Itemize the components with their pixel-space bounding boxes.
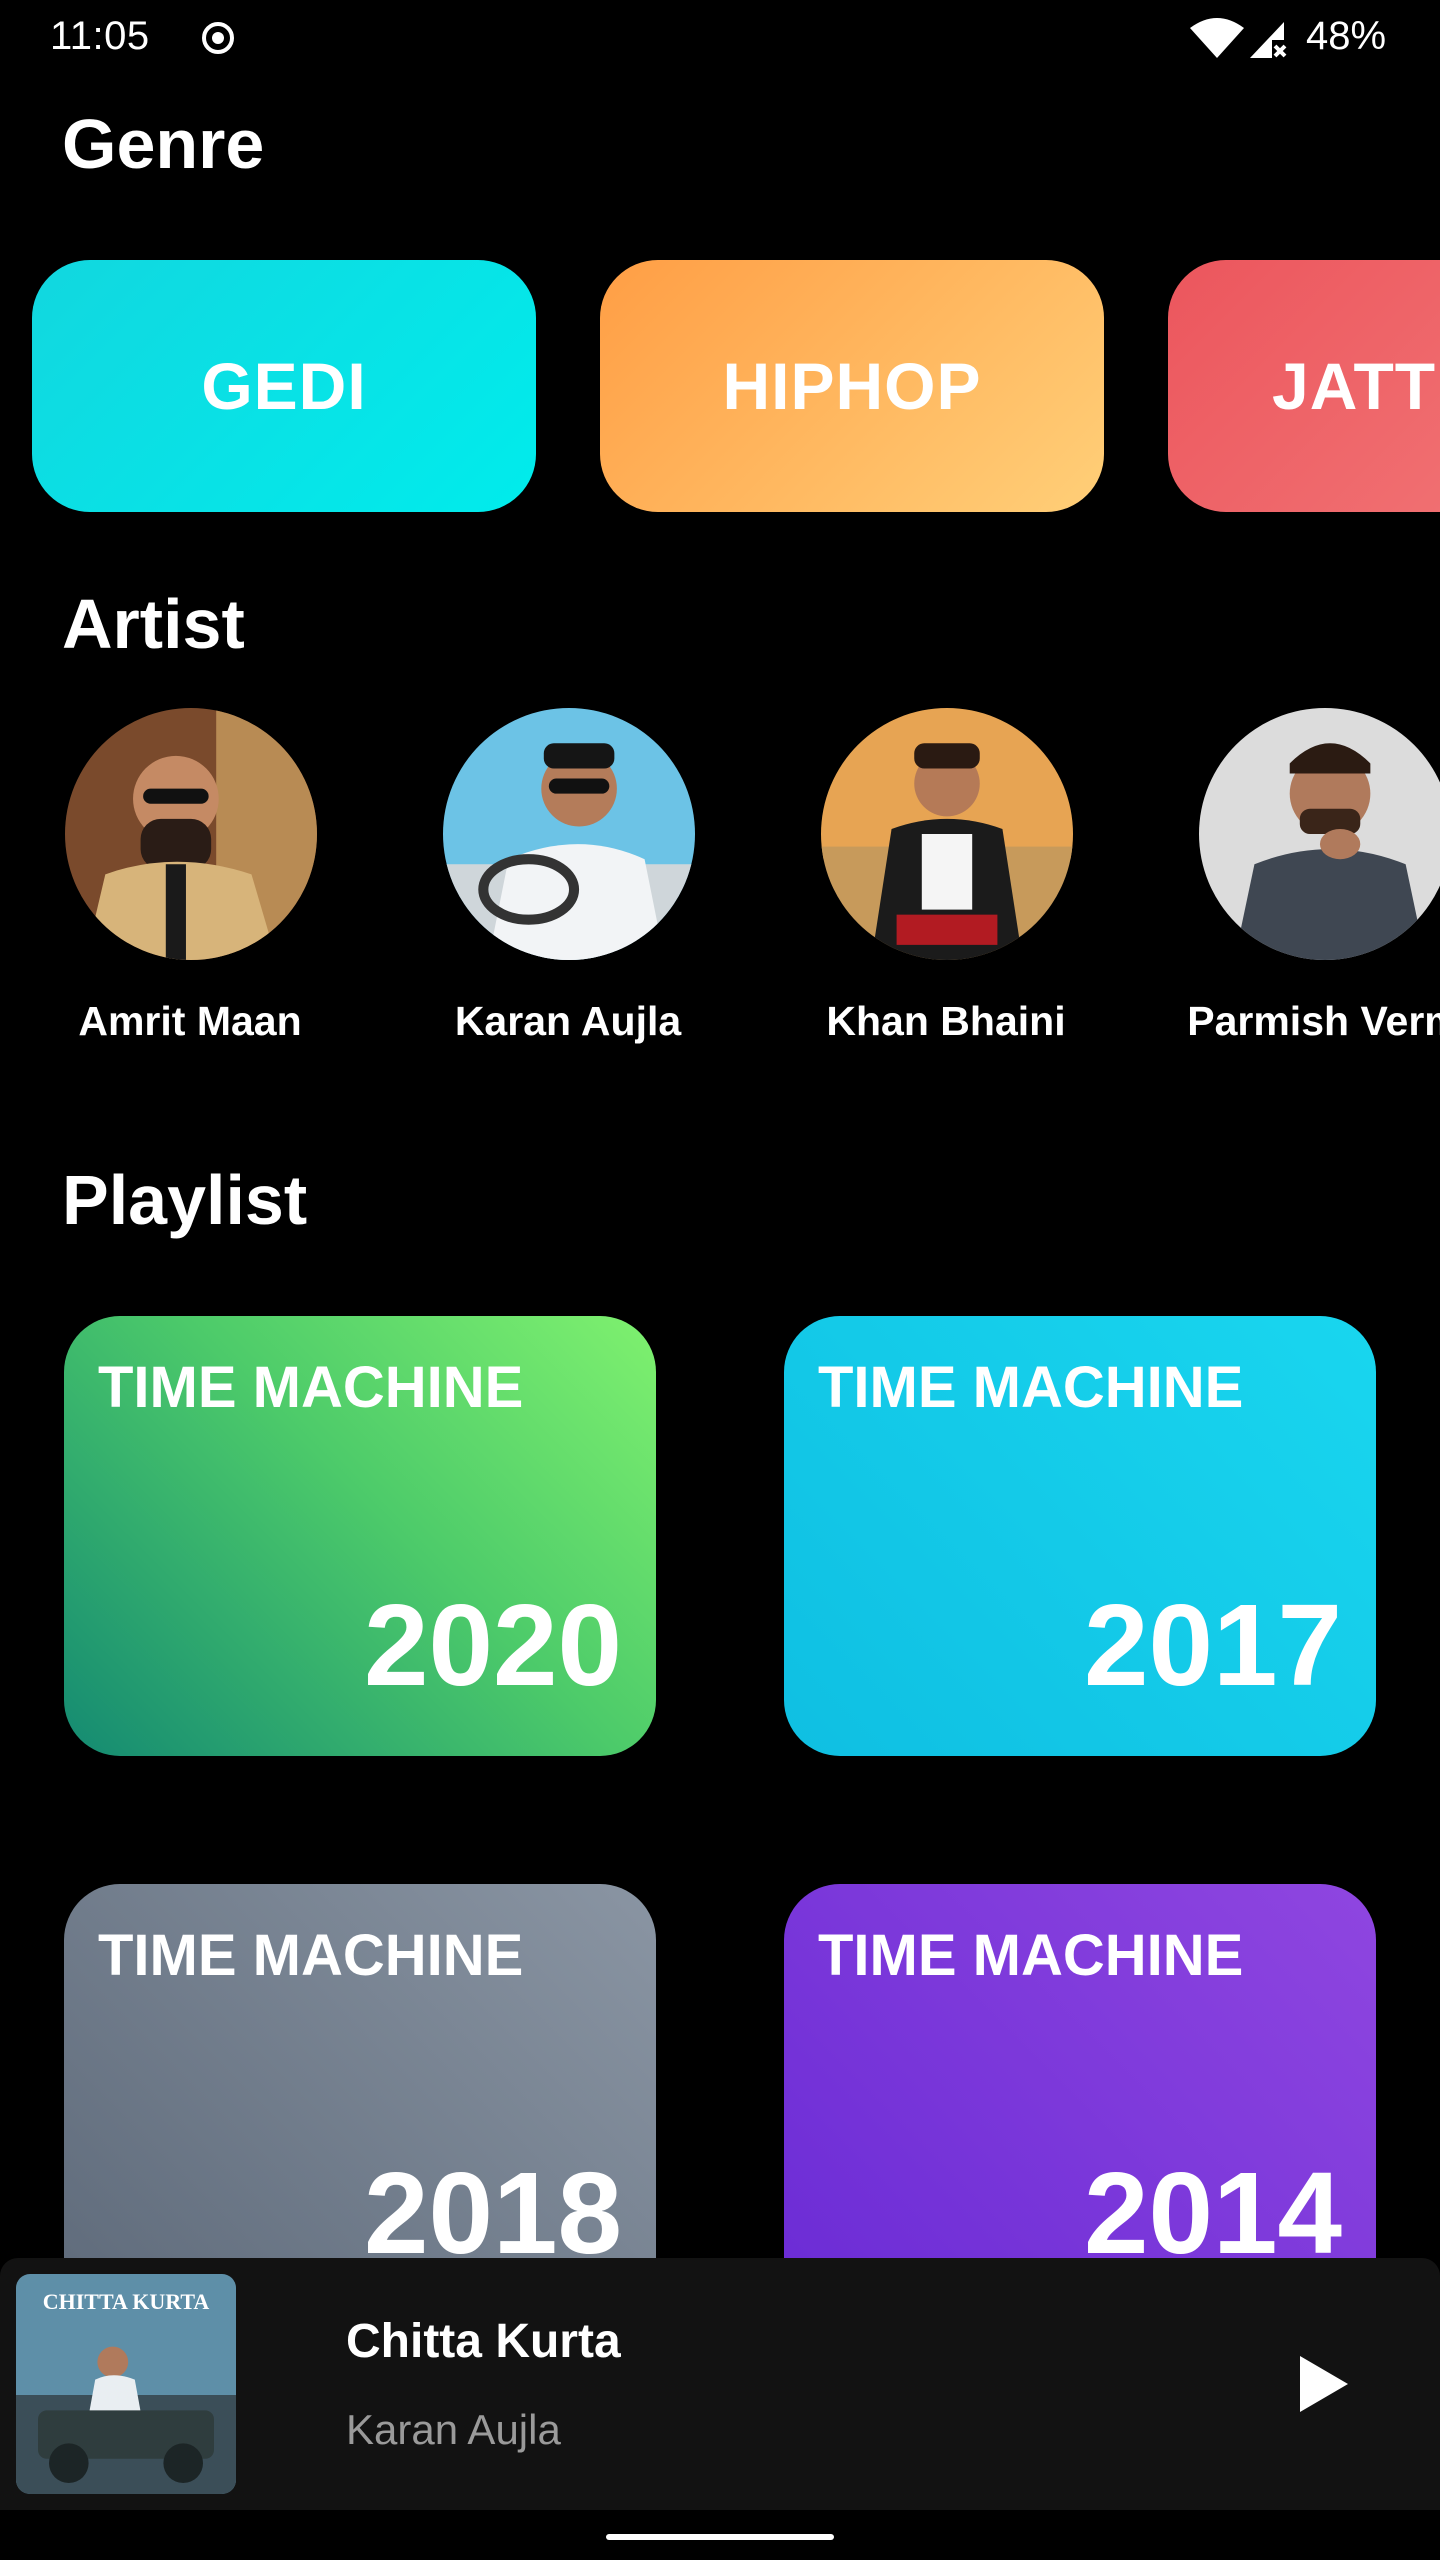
playlist-label: TIME MACHINE	[818, 1355, 1244, 1420]
album-art-title: CHITTA KURTA	[43, 2289, 210, 2314]
avatar	[821, 708, 1073, 960]
playlist-card-2020[interactable]: TIME MACHINE 2020	[64, 1316, 656, 1756]
playlist-year: 2020	[363, 1580, 622, 1710]
avatar	[443, 708, 695, 960]
genre-heading: Genre	[62, 105, 265, 183]
now-playing-title: Chitta Kurta	[346, 2315, 621, 2368]
genre-chip-gedi[interactable]: GEDI	[32, 260, 536, 512]
album-art[interactable]: CHITTA KURTA	[16, 2274, 236, 2494]
playlist-label: TIME MACHINE	[818, 1923, 1244, 1988]
record-icon	[202, 22, 234, 54]
genre-chip-jatt[interactable]: JATT	[1168, 260, 1440, 512]
mini-player[interactable]: CHITTA KURTA Chitta Kurta Karan Aujla	[0, 2258, 1440, 2510]
playlist-label: TIME MACHINE	[98, 1355, 524, 1420]
status-bar: 11:05 48%	[0, 0, 1440, 78]
artist-name: Karan Aujla	[454, 998, 682, 1044]
play-icon[interactable]	[1282, 2344, 1362, 2424]
wifi-icon	[1190, 18, 1244, 58]
playlist-label: TIME MACHINE	[98, 1923, 524, 1988]
cell-signal-icon	[1250, 22, 1287, 58]
playlist-card-2017[interactable]: TIME MACHINE 2017	[784, 1316, 1376, 1756]
artist-name: Parmish Verm	[1187, 998, 1440, 1044]
artist-heading: Artist	[62, 585, 245, 663]
battery-level: 48%	[1306, 14, 1387, 58]
status-time: 11:05	[50, 14, 150, 58]
home-indicator[interactable]	[606, 2534, 834, 2540]
now-playing-artist: Karan Aujla	[346, 2406, 561, 2453]
playlist-year: 2017	[1083, 1580, 1342, 1710]
playlist-heading: Playlist	[62, 1161, 308, 1239]
app-screen: 11:05 48% Genre GEDI HIPHOP JATT Artist	[0, 0, 1440, 2560]
artist-name: Khan Bhaini	[826, 998, 1066, 1044]
artist-name: Amrit Maan	[78, 998, 302, 1044]
avatar	[65, 708, 317, 960]
avatar	[1199, 708, 1440, 960]
genre-chip-hiphop[interactable]: HIPHOP	[600, 260, 1104, 512]
